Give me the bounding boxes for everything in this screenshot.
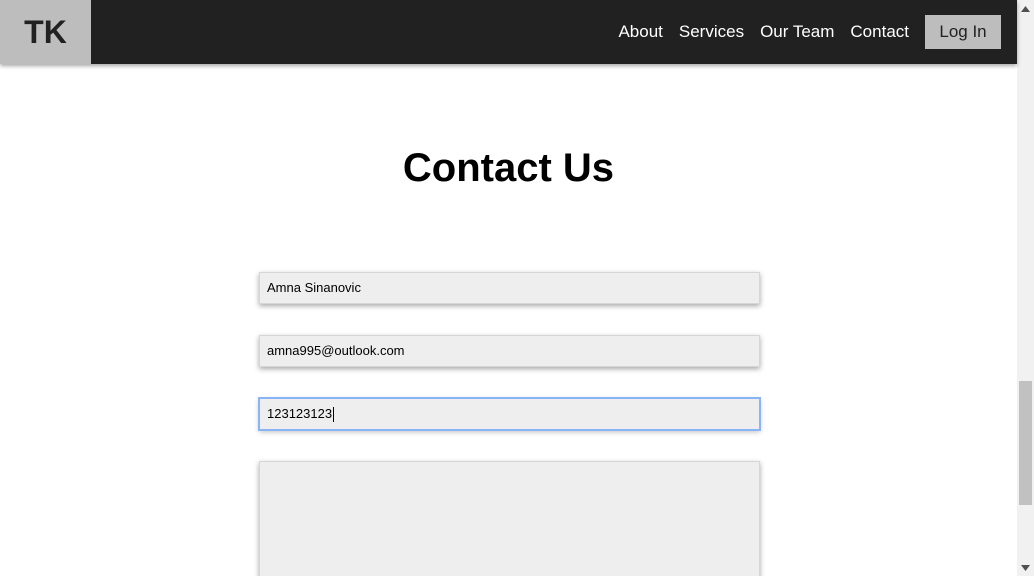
page: TK About Services Our Team Contact Log I… xyxy=(0,0,1034,576)
email-field[interactable]: amna995@outlook.com xyxy=(259,335,760,367)
scroll-thumb[interactable] xyxy=(1019,381,1032,505)
navbar: TK About Services Our Team Contact Log I… xyxy=(0,0,1017,64)
nav-link-our-team[interactable]: Our Team xyxy=(760,22,834,42)
phone-field[interactable]: 123123123 xyxy=(259,398,760,430)
scroll-down-button[interactable] xyxy=(1017,559,1034,576)
nav-link-about[interactable]: About xyxy=(618,22,662,42)
nav-link-services[interactable]: Services xyxy=(679,22,744,42)
phone-field-value: 123123123 xyxy=(267,406,333,421)
email-field-value: amna995@outlook.com xyxy=(267,343,405,358)
triangle-up-icon xyxy=(1021,5,1030,12)
nav-link-contact[interactable]: Contact xyxy=(850,22,909,42)
logo[interactable]: TK xyxy=(0,0,91,64)
page-title: Contact Us xyxy=(402,146,615,190)
nav-links: About Services Our Team Contact Log In xyxy=(618,0,1001,64)
logo-text: TK xyxy=(24,13,67,50)
text-caret xyxy=(333,407,335,423)
triangle-down-icon xyxy=(1021,564,1030,571)
name-field[interactable]: Amna Sinanovic xyxy=(259,272,760,304)
message-field[interactable] xyxy=(259,461,760,576)
scroll-up-button[interactable] xyxy=(1017,0,1034,17)
vertical-scrollbar[interactable] xyxy=(1017,0,1034,576)
name-field-value: Amna Sinanovic xyxy=(267,280,361,295)
login-button[interactable]: Log In xyxy=(925,15,1001,49)
